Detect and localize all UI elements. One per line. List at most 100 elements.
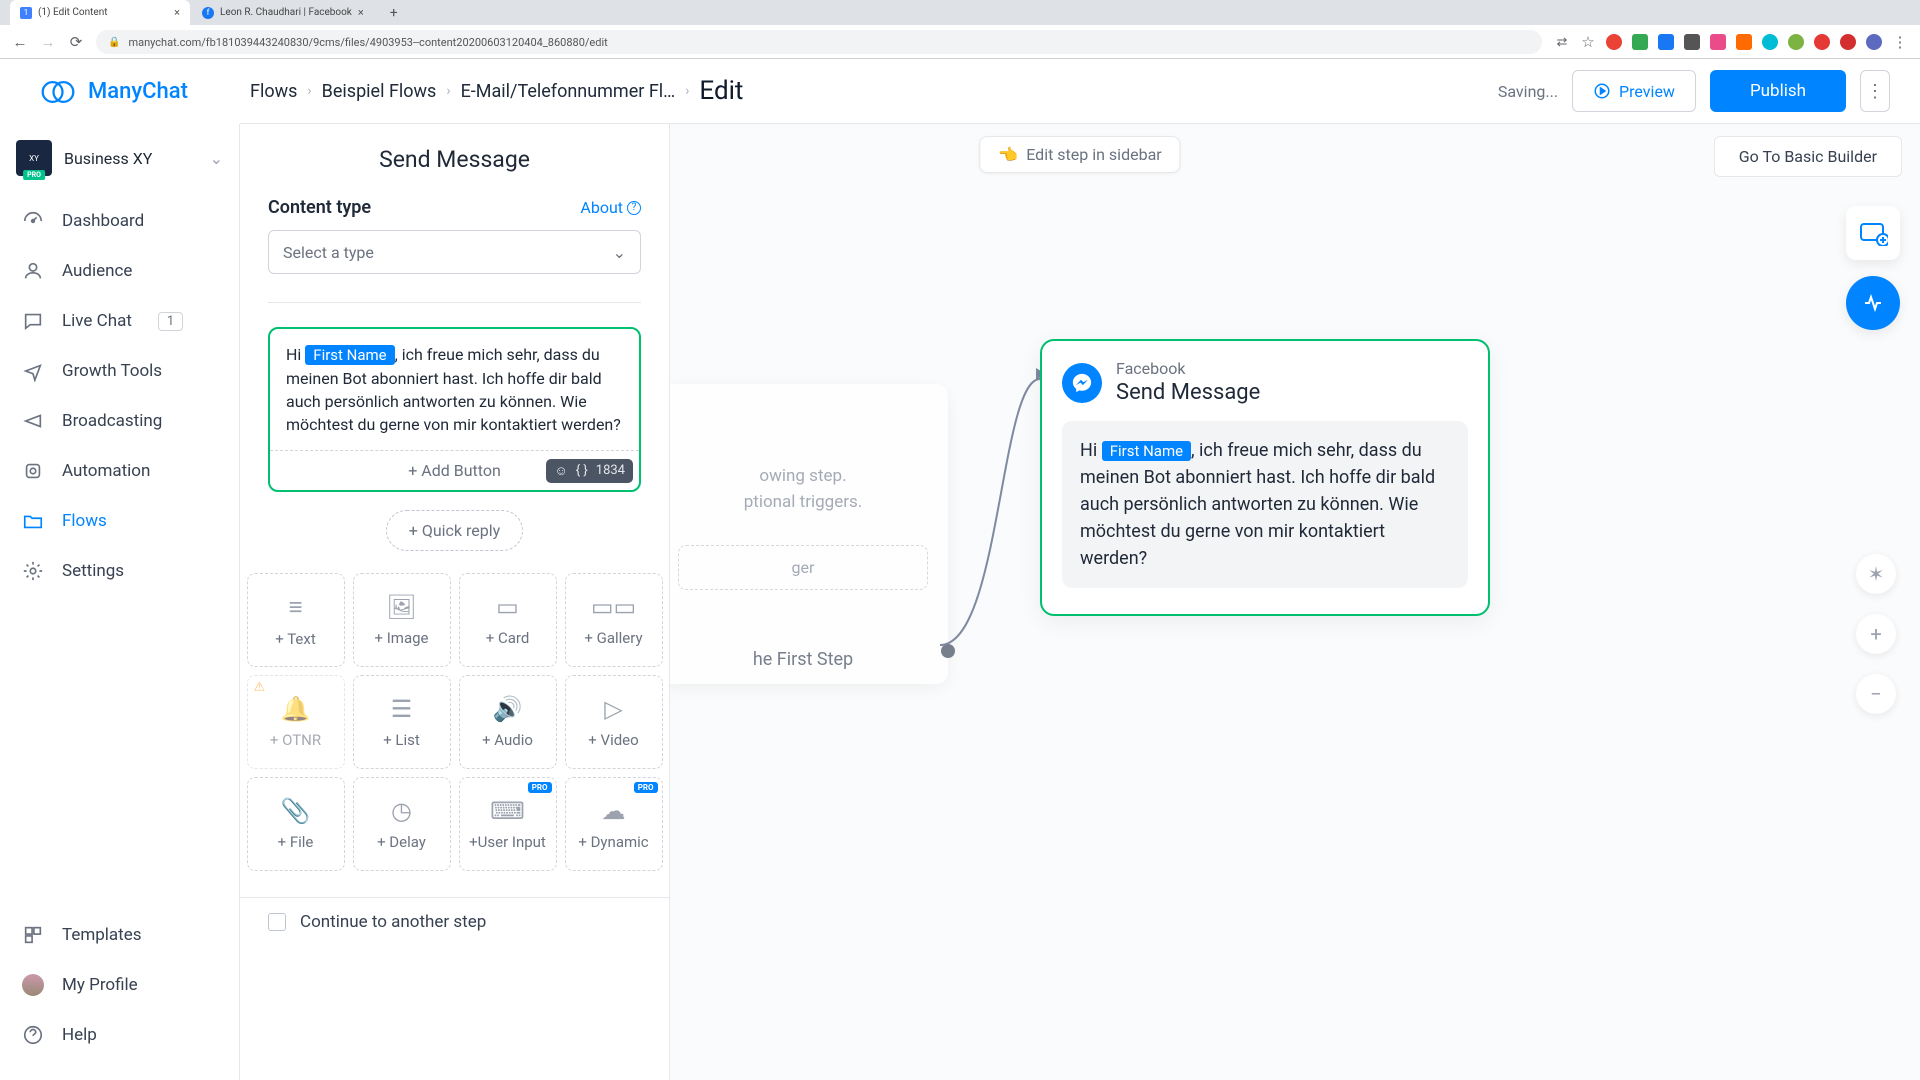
add-video-block[interactable]: ▷+ Video bbox=[565, 675, 663, 769]
file-icon: 📎 bbox=[281, 797, 311, 825]
about-link[interactable]: About ? bbox=[580, 198, 641, 217]
text-message-block[interactable]: Hi First Name, ich freue mich sehr, dass… bbox=[268, 327, 641, 492]
business-name: Business XY bbox=[64, 149, 198, 168]
zoom-controls: ✶ + − bbox=[1856, 554, 1896, 714]
crumb[interactable]: E-Mail/Telefonnummer Fl… bbox=[461, 81, 676, 102]
sidebar-item-automation[interactable]: Automation bbox=[0, 446, 239, 496]
ext-icon[interactable] bbox=[1814, 34, 1830, 50]
new-tab-button[interactable]: + bbox=[384, 3, 404, 23]
add-delay-block[interactable]: ◷+ Delay bbox=[353, 777, 451, 871]
ghost-text: owing step. ptional triggers. bbox=[678, 464, 928, 515]
add-audio-block[interactable]: 🔊+ Audio bbox=[459, 675, 557, 769]
char-count: 1834 bbox=[596, 463, 625, 478]
menu-icon[interactable]: ⋮ bbox=[1892, 34, 1908, 50]
help-icon bbox=[22, 1024, 44, 1046]
connector-handle[interactable] bbox=[941, 644, 955, 658]
ext-icon[interactable] bbox=[1632, 34, 1648, 50]
add-userinput-block[interactable]: PRO⌨+User Input bbox=[459, 777, 557, 871]
sidebar-item-livechat[interactable]: Live Chat 1 bbox=[0, 296, 239, 346]
sidebar-item-profile[interactable]: My Profile bbox=[0, 960, 239, 1010]
sidebar-item-settings[interactable]: Settings bbox=[0, 546, 239, 596]
zoom-out-button[interactable]: − bbox=[1856, 674, 1896, 714]
sidebar-item-flows[interactable]: Flows bbox=[0, 496, 239, 546]
add-dynamic-block[interactable]: PRO☁+ Dynamic bbox=[565, 777, 663, 871]
sidebar-item-broadcasting[interactable]: Broadcasting bbox=[0, 396, 239, 446]
users-icon bbox=[22, 260, 44, 282]
pro-badge: PRO bbox=[23, 170, 45, 180]
sidebar-item-audience[interactable]: Audience bbox=[0, 246, 239, 296]
nav-label: Growth Tools bbox=[62, 361, 162, 381]
add-button-row[interactable]: + Add Button ☺ { } 1834 bbox=[270, 450, 639, 490]
basic-builder-button[interactable]: Go To Basic Builder bbox=[1714, 136, 1902, 177]
add-image-block[interactable]: 🖼+ Image bbox=[353, 573, 451, 667]
continue-row[interactable]: Continue to another step bbox=[240, 897, 669, 946]
crumb[interactable]: Beispiel Flows bbox=[322, 81, 437, 102]
zoom-in-button[interactable]: + bbox=[1856, 614, 1896, 654]
nav-label: My Profile bbox=[62, 975, 138, 995]
address-bar: ← → ⟳ 🔒 manychat.com/fb181039443240830/9… bbox=[0, 25, 1920, 59]
braces-icon[interactable]: { } bbox=[576, 463, 588, 478]
close-icon[interactable]: × bbox=[358, 6, 364, 19]
ext-icon[interactable] bbox=[1684, 34, 1700, 50]
url-field[interactable]: 🔒 manychat.com/fb181039443240830/9cms/fi… bbox=[96, 30, 1542, 54]
editor-panel: Send Message Content type About ? Select… bbox=[240, 124, 670, 1080]
heart-fab[interactable] bbox=[1846, 276, 1900, 330]
add-text-block[interactable]: ≡+ Text bbox=[247, 573, 345, 667]
ext-icon[interactable] bbox=[1840, 34, 1856, 50]
first-step-label: he First Step bbox=[753, 649, 853, 670]
add-file-block[interactable]: 📎+ File bbox=[247, 777, 345, 871]
forward-icon[interactable]: → bbox=[40, 34, 56, 50]
more-button[interactable]: ⋮ bbox=[1860, 70, 1890, 112]
translate-icon[interactable]: ⇄ bbox=[1554, 34, 1570, 50]
logo[interactable]: ManyChat bbox=[0, 59, 240, 124]
add-trigger-slot[interactable]: ger bbox=[678, 545, 928, 590]
extension-icons: ⇄ ☆ ⋮ bbox=[1554, 34, 1908, 50]
starting-step-node[interactable]: owing step. ptional triggers. ger he Fir… bbox=[658, 384, 948, 684]
play-icon bbox=[1593, 82, 1611, 100]
ext-icon[interactable] bbox=[1788, 34, 1804, 50]
reload-icon[interactable]: ⟳ bbox=[68, 34, 84, 50]
avatar-icon[interactable] bbox=[1866, 34, 1882, 50]
ext-icon[interactable] bbox=[1658, 34, 1674, 50]
publish-button[interactable]: Publish bbox=[1710, 70, 1846, 112]
browser-tab[interactable]: f Leon R. Chaudhari | Facebook × bbox=[192, 0, 374, 25]
sidebar-item-help[interactable]: Help bbox=[0, 1010, 239, 1060]
add-gallery-block[interactable]: ▭▭+ Gallery bbox=[565, 573, 663, 667]
star-icon[interactable]: ☆ bbox=[1580, 34, 1596, 50]
ext-icon[interactable] bbox=[1762, 34, 1778, 50]
ext-icon[interactable] bbox=[1606, 34, 1622, 50]
gauge-icon bbox=[22, 210, 44, 232]
sidebar-item-growth[interactable]: Growth Tools bbox=[0, 346, 239, 396]
add-otnr-block[interactable]: ⚠🔔+ OTNR bbox=[247, 675, 345, 769]
fit-button[interactable]: ✶ bbox=[1856, 554, 1896, 594]
add-card-block[interactable]: ▭+ Card bbox=[459, 573, 557, 667]
sidebar-item-templates[interactable]: Templates bbox=[0, 910, 239, 960]
ext-icon[interactable] bbox=[1710, 34, 1726, 50]
business-switcher[interactable]: XYPRO Business XY ⌄ bbox=[0, 134, 239, 182]
edit-step-pill[interactable]: 👈 Edit step in sidebar bbox=[979, 136, 1180, 173]
ext-icon[interactable] bbox=[1736, 34, 1752, 50]
block-label: + List bbox=[383, 731, 420, 749]
quick-reply-button[interactable]: + Quick reply bbox=[386, 510, 523, 551]
add-step-fab[interactable] bbox=[1846, 206, 1900, 260]
close-icon[interactable]: × bbox=[174, 6, 180, 19]
back-icon[interactable]: ← bbox=[12, 34, 28, 50]
crumb[interactable]: Flows bbox=[250, 81, 297, 102]
flow-canvas[interactable]: 👈 Edit step in sidebar Go To Basic Build… bbox=[240, 124, 1920, 1080]
browser-tab-active[interactable]: 1 (1) Edit Content × bbox=[10, 0, 190, 25]
preview-button[interactable]: Preview bbox=[1572, 70, 1696, 112]
pill-label: Edit step in sidebar bbox=[1026, 145, 1161, 164]
emoji-icon[interactable]: ☺ bbox=[554, 463, 567, 479]
send-message-node[interactable]: Facebook Send Message Hi First Name, ich… bbox=[1040, 339, 1490, 616]
content-type-select[interactable]: Select a type ⌄ bbox=[268, 230, 641, 274]
add-list-block[interactable]: ☰+ List bbox=[353, 675, 451, 769]
video-icon: ▷ bbox=[604, 695, 622, 723]
message-text-input[interactable]: Hi First Name, ich freue mich sehr, dass… bbox=[270, 329, 639, 450]
bell-icon: 🔔 bbox=[281, 695, 311, 723]
variable-pill[interactable]: First Name bbox=[305, 345, 394, 365]
sidebar: XYPRO Business XY ⌄ Dashboard Audience L… bbox=[0, 124, 240, 1080]
nav-label: Templates bbox=[62, 925, 142, 945]
gallery-icon: ▭▭ bbox=[591, 593, 636, 621]
continue-checkbox[interactable] bbox=[268, 913, 286, 931]
sidebar-item-dashboard[interactable]: Dashboard bbox=[0, 196, 239, 246]
